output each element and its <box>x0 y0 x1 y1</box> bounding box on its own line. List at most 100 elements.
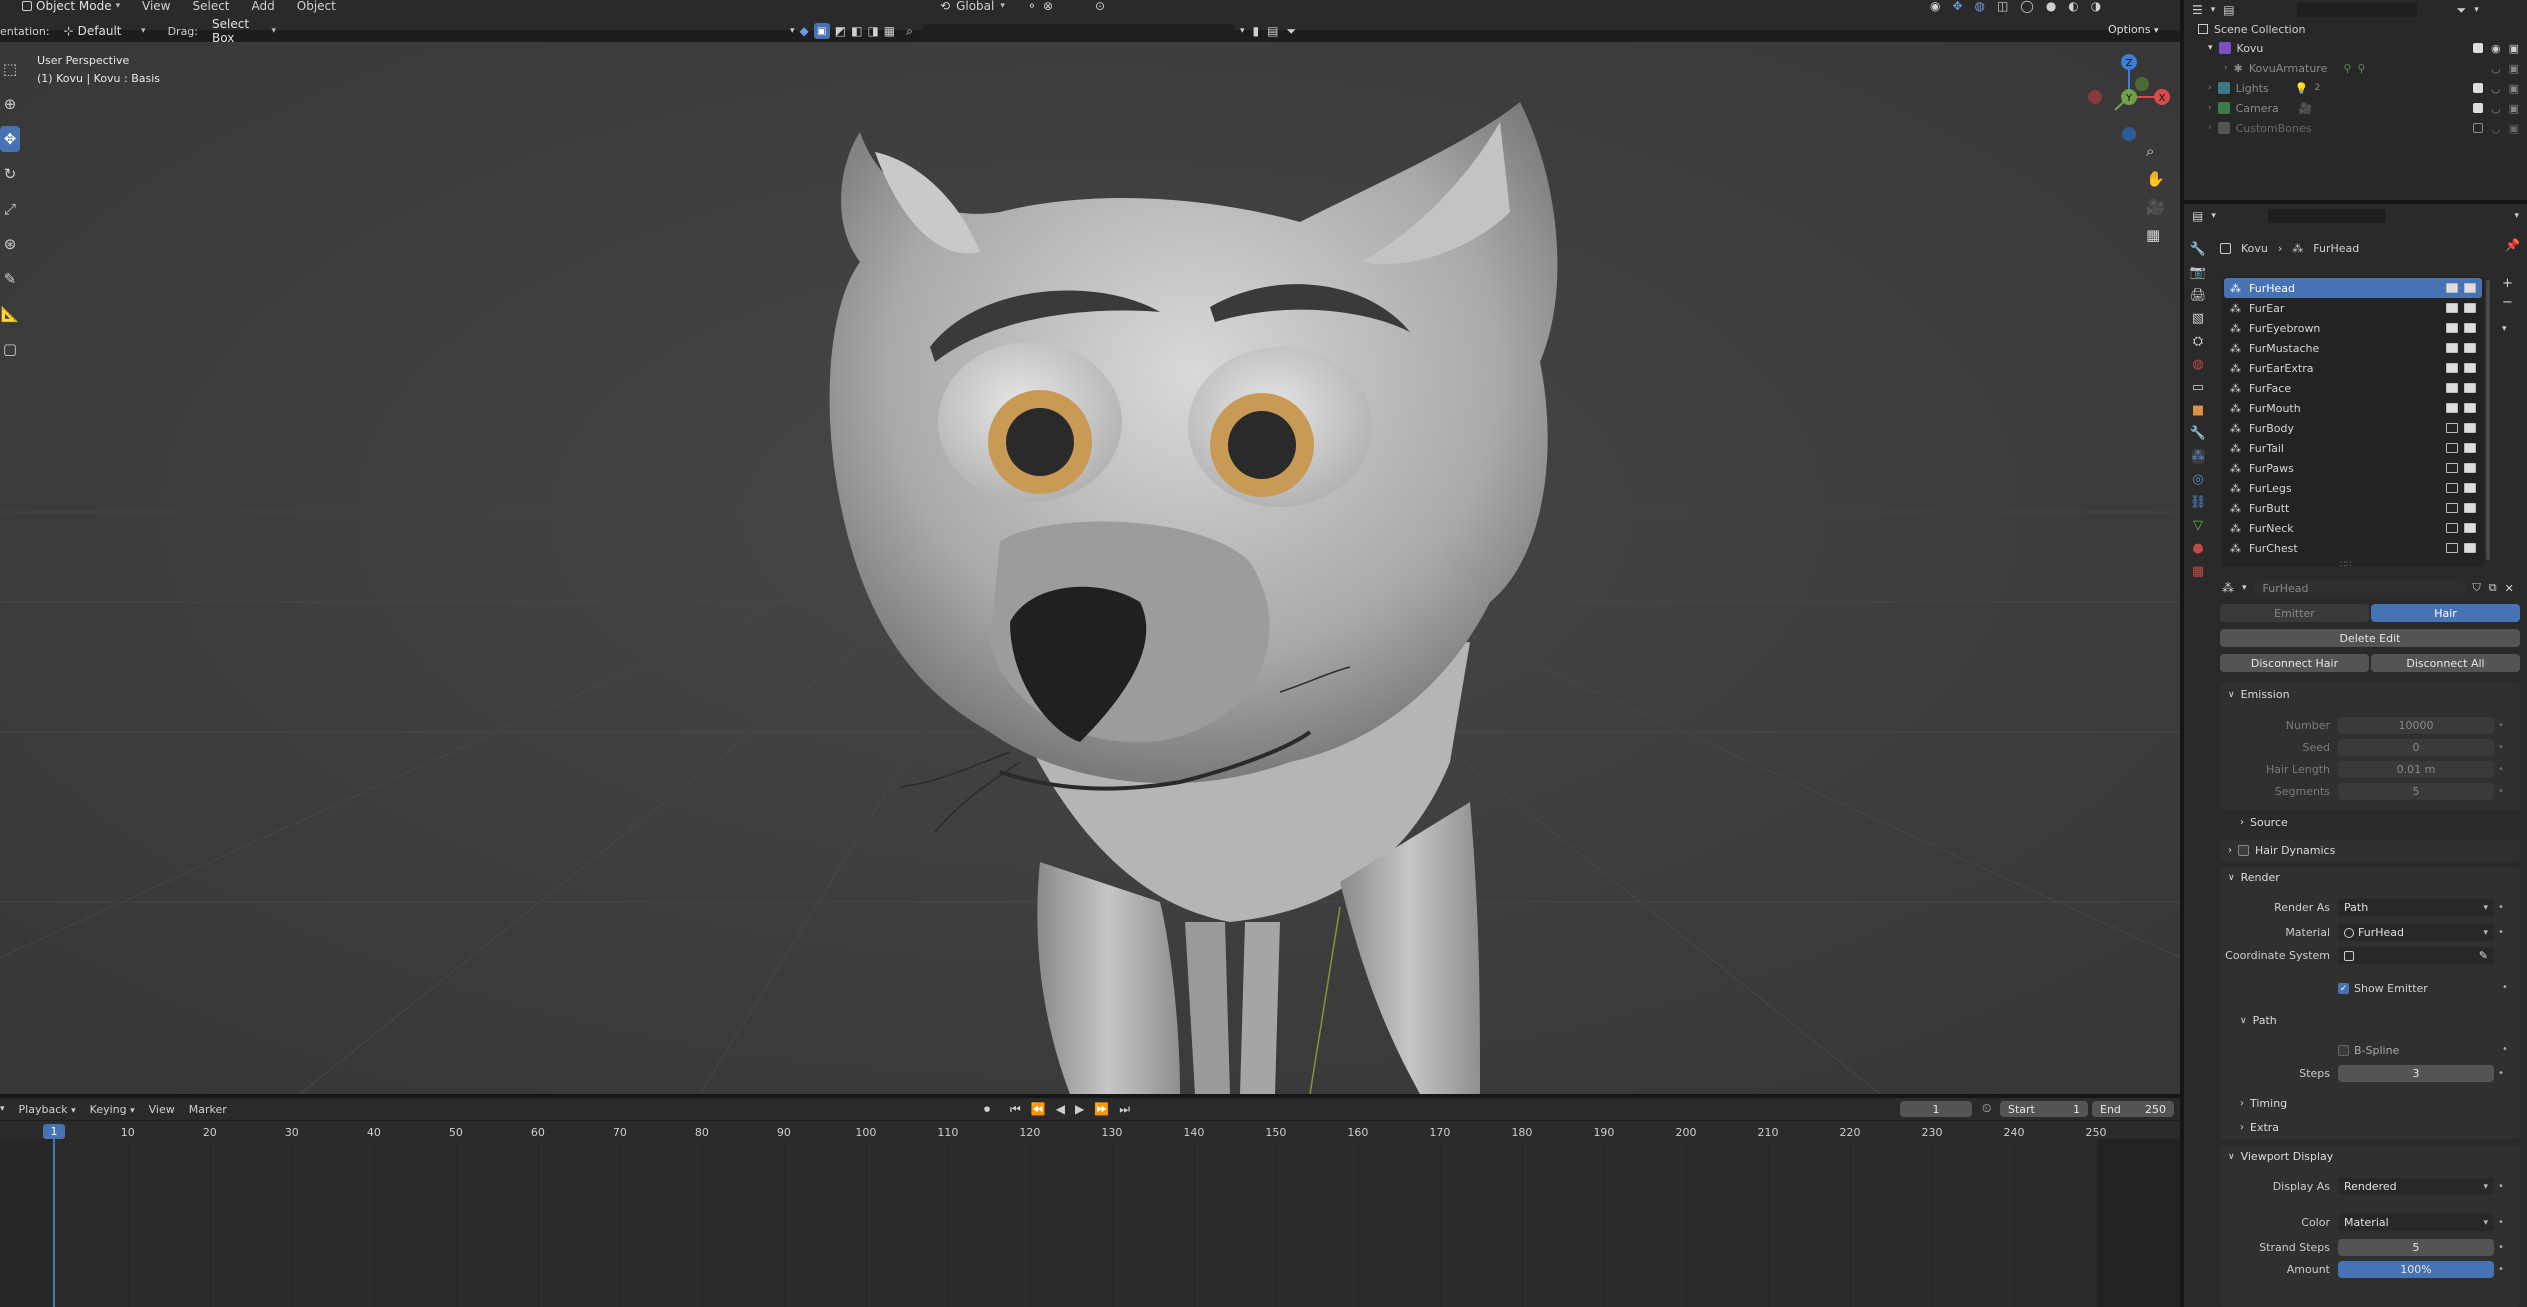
select-tool[interactable]: ⬚ <box>0 56 20 82</box>
render-tab-icon[interactable]: 📷 <box>2190 265 2206 280</box>
show-viewport-icon[interactable] <box>2446 523 2458 533</box>
show-viewport-icon[interactable] <box>2446 483 2458 493</box>
menu-playback[interactable]: Playback ▾ <box>19 1103 76 1116</box>
add-icon[interactable]: + <box>2502 276 2513 291</box>
end-frame-field[interactable]: End 250 <box>2092 1101 2174 1117</box>
tool-tab-icon[interactable]: 🔧 <box>2190 242 2206 257</box>
properties-search-input[interactable] <box>2267 209 2386 223</box>
shading-render-icon[interactable]: ◑ <box>2091 0 2101 13</box>
bookmark-icon[interactable]: ▮ <box>1253 24 1260 38</box>
emission-header[interactable]: ∨ Emission <box>2228 688 2290 701</box>
menu-view[interactable]: View <box>142 0 170 13</box>
select-new-icon[interactable]: ◆ <box>800 24 809 38</box>
camera-icon[interactable]: ▣ <box>2509 122 2519 135</box>
color-dropdown[interactable]: Material ▾ <box>2338 1214 2494 1231</box>
timeline-area[interactable] <box>0 1121 2180 1307</box>
list-resize-handle[interactable]: ∷∷ <box>2340 560 2351 570</box>
show-viewport-icon[interactable] <box>2446 543 2458 553</box>
show-render-icon[interactable] <box>2464 423 2476 433</box>
show-render-icon[interactable] <box>2464 523 2476 533</box>
scene-collection-row[interactable]: Scene Collection <box>2184 20 2527 38</box>
jump-start-icon[interactable]: ⏮ <box>1010 1102 1021 1117</box>
show-viewport-icon[interactable] <box>2446 303 2458 313</box>
remove-icon[interactable]: − <box>2502 295 2513 310</box>
delete-edit-button[interactable]: Delete Edit <box>2220 629 2520 647</box>
show-viewport-icon[interactable] <box>2446 423 2458 433</box>
show-emitter-checkbox[interactable]: ✓ <box>2338 983 2349 994</box>
keyframe-dot-icon[interactable]: • <box>2494 720 2508 731</box>
particle-settings-name-field[interactable]: FurHead <box>2254 579 2465 597</box>
checkbox-icon[interactable] <box>2472 43 2483 53</box>
show-render-icon[interactable] <box>2464 323 2476 333</box>
outliner-search-input[interactable] <box>2296 3 2417 17</box>
prev-keyframe-icon[interactable]: ⏪ <box>1031 1102 1046 1116</box>
measure-tool[interactable]: 📐 <box>0 301 20 327</box>
chevron-down-icon[interactable]: ▾ <box>790 26 795 36</box>
show-viewport-icon[interactable] <box>2446 363 2458 373</box>
segments-field[interactable]: 5 <box>2338 783 2494 800</box>
menu-marker[interactable]: Marker <box>189 1103 227 1116</box>
keyframe-dot-icon[interactable]: • <box>2494 1264 2508 1275</box>
keyframe-dot-icon[interactable]: • <box>2494 1217 2508 1228</box>
chevron-down-icon[interactable]: ▾ <box>2211 211 2216 221</box>
outliner-item-custombones[interactable]: › CustomBones ◡ ▣ <box>2184 118 2527 138</box>
particles-tab-icon[interactable]: ⁂ <box>2191 449 2205 464</box>
keyframe-dot-icon[interactable]: • <box>2494 927 2508 938</box>
options-button[interactable]: Options ▾ <box>2108 23 2158 39</box>
orientation-dropdown[interactable]: ⊹ Default ▾ <box>58 22 152 40</box>
show-render-icon[interactable] <box>2464 503 2476 513</box>
output-tab-icon[interactable]: 🖨 <box>2190 288 2207 303</box>
disconnect-hair-button[interactable]: Disconnect Hair <box>2220 654 2369 672</box>
select-grid-icon[interactable]: ▦ <box>884 24 895 38</box>
camera-icon[interactable]: ▣ <box>2509 42 2519 55</box>
show-render-icon[interactable] <box>2464 383 2476 393</box>
select-intersect-icon[interactable]: ◨ <box>867 24 878 38</box>
steps-field[interactable]: 3 <box>2338 1065 2494 1082</box>
keyframe-dot-icon[interactable]: • <box>2494 1181 2508 1192</box>
gizmo-neg-z[interactable] <box>2122 127 2136 141</box>
select-subtract-icon[interactable]: ◩ <box>835 24 846 38</box>
disclosure-icon[interactable]: › <box>2208 103 2212 113</box>
shading-material-icon[interactable]: ◐ <box>2068 0 2078 13</box>
material-tab-icon[interactable]: ● <box>2192 541 2203 556</box>
source-subpanel-header[interactable]: › Source <box>2240 816 2288 829</box>
pin-icon[interactable]: 📌 <box>2505 238 2520 252</box>
play-icon[interactable]: ▶ <box>1075 1102 1084 1116</box>
constraints-tab-icon[interactable]: ⛓ <box>2190 495 2207 510</box>
eye-hidden-icon[interactable]: ◡ <box>2491 62 2501 75</box>
particle-system-item[interactable]: ⁂ FurEar <box>2224 298 2482 318</box>
chevron-down-icon[interactable]: ▾ <box>2211 5 2216 15</box>
outliner-item-kovu[interactable]: ▾ Kovu ◉ ▣ <box>2184 38 2527 58</box>
particle-system-item[interactable]: ⁂ FurEyebrown <box>2224 318 2482 338</box>
chevron-down-icon[interactable]: ▾ <box>1240 26 1245 36</box>
pivot-icon[interactable]: ⚬ <box>1027 0 1037 13</box>
particle-system-item[interactable]: ⁂ FurChest <box>2224 538 2482 558</box>
snap-icon[interactable]: ⊗ <box>1043 0 1053 13</box>
texture-tab-icon[interactable]: ▦ <box>2192 564 2204 579</box>
world-tab-icon[interactable]: ◍ <box>2192 357 2203 372</box>
gizmo-neg-x[interactable] <box>2088 90 2102 104</box>
chevron-down-icon[interactable]: ▾ <box>2514 211 2519 221</box>
add-cube-tool[interactable]: ▢ <box>0 336 20 362</box>
show-viewport-icon[interactable] <box>2446 403 2458 413</box>
show-viewport-icon[interactable] <box>2446 443 2458 453</box>
extra-subpanel-header[interactable]: › Extra <box>2240 1121 2279 1134</box>
particle-system-item[interactable]: ⁂ FurMustache <box>2224 338 2482 358</box>
viewport-display-header[interactable]: ∨ Viewport Display <box>2228 1150 2333 1163</box>
particle-system-item[interactable]: ⁂ FurBody <box>2224 418 2482 438</box>
navigation-gizmo[interactable]: Z X Y <box>2080 52 2170 142</box>
keyframe-dot-icon[interactable]: • <box>2494 1068 2508 1079</box>
viewport-search-input[interactable] <box>923 24 1235 38</box>
move-tool[interactable]: ✥ <box>0 126 20 152</box>
show-viewport-icon[interactable] <box>2446 463 2458 473</box>
bspline-checkbox[interactable] <box>2338 1045 2349 1056</box>
object-tab-icon[interactable]: ■ <box>2192 403 2204 418</box>
eye-hidden-icon[interactable]: ◡ <box>2491 102 2501 115</box>
chevron-down-icon[interactable]: ▾ <box>2474 5 2479 15</box>
visibility-icon[interactable]: ◉ <box>1930 0 1940 13</box>
filter-icon[interactable]: ⏷ <box>1286 24 1296 39</box>
breadcrumb-particles[interactable]: FurHead <box>2313 242 2359 255</box>
timing-subpanel-header[interactable]: › Timing <box>2240 1097 2287 1110</box>
shading-wire-icon[interactable]: ◯ <box>2020 0 2033 13</box>
breadcrumb-object[interactable]: Kovu <box>2241 242 2268 255</box>
